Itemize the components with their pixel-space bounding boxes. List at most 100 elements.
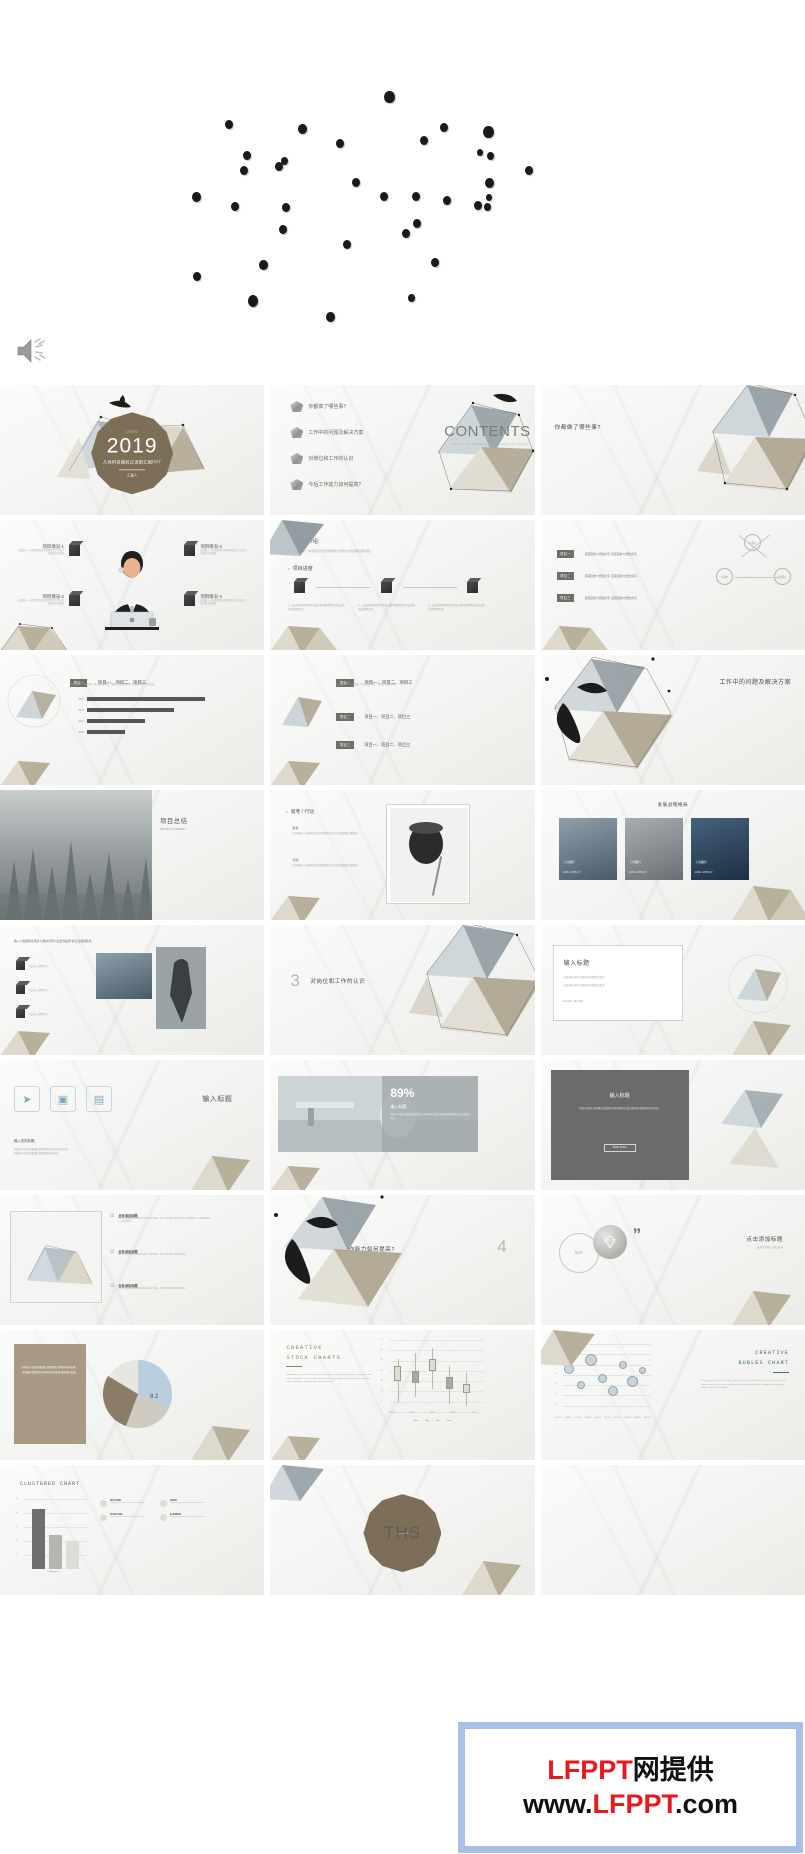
slide-percent[interactable]: 89% 输入标题 内容打开这里,或者通过复制您的文本内容打开这里,或者通过复制您… xyxy=(270,1060,535,1190)
speaker-icon[interactable] xyxy=(16,336,50,366)
slide-project-boxes[interactable]: 项目一 该项目的介绍性文字, 该项目的介绍性文字。 项目二 该项目的介绍性文字,… xyxy=(540,520,805,650)
window-icon[interactable]: ▤ xyxy=(86,1086,112,1112)
slide-click-add-title[interactable]: TEXT ” 点击添加标题 点击添加文本点击添加文本 xyxy=(540,1195,805,1325)
preview-canvas xyxy=(0,0,805,385)
slide-contents[interactable]: 你都做了哪些事? 工作中的问题及解决方案 对岗位和工作的认识 今后工作能力如何提… xyxy=(270,385,535,515)
scatter-dot xyxy=(191,191,201,203)
bubble-desc: Frequently, your initial font choice is … xyxy=(701,1380,787,1390)
slide-icons-title[interactable]: ➤ ▣ ▤ 输入标题 输入您的标题 内容打开这里,或者通过复制您的文本内容打开这… xyxy=(0,1060,265,1190)
project-status-item-3[interactable]: 项目情况-3 在此输入一句话说明性说明说明性文字务必言简意赅言简意赅 xyxy=(184,544,248,557)
circle-origami-decoration xyxy=(7,674,61,728)
clustered-bar-chart: 5 4 3 2 1 xyxy=(16,1498,90,1569)
origami-decoration xyxy=(191,1156,251,1190)
progress-step-text-3: 3、该过程的说明性文字该过程的说明性文字该过程的说明性文字; xyxy=(428,604,485,611)
send-icon[interactable]: ➤ xyxy=(14,1086,40,1112)
toc-item-3[interactable]: 对岗位和工作的认识 xyxy=(290,453,353,464)
checkbox-icon[interactable]: ☑ xyxy=(110,1249,114,1257)
y-tick-label: 60 xyxy=(380,1348,383,1351)
slide-section-2[interactable]: 工作中的问题及解决方案 xyxy=(540,655,805,785)
node-b[interactable]: 项目B xyxy=(716,568,733,585)
candle-body xyxy=(463,1384,471,1394)
strategy-card-label-1: · 打动我们 xyxy=(562,861,575,864)
project-row-1[interactable]: 项目一 该项目的介绍性文字, 该项目的介绍性文字。 xyxy=(556,542,639,560)
slide-input-title[interactable]: 输入标题 内容打开这里,或者通过复制您的文本 内容打开这里,或者通过复制您的文本… xyxy=(540,925,805,1055)
quote-item-1[interactable]: 在此输入说明性文字 xyxy=(16,961,81,970)
list-row-2[interactable]: 项目二 项目一、项目二、项目三 xyxy=(336,705,410,723)
slide-think-act[interactable]: 思考 / 行动 思考: 在此处输入与该项目有关的说明性文字务必言简意赅言简意赅。… xyxy=(270,790,535,920)
project-status-item-1[interactable]: 项目情况-1 在此输入一句话说明性说明说明性文字务必言简意赅言简意赅 xyxy=(16,544,80,557)
slide-section-4[interactable]: 今后工作能力如何提高? 4 xyxy=(270,1195,535,1325)
icon-row: ➤ ▣ ▤ xyxy=(14,1086,112,1112)
strategy-card-photo-3[interactable]: · 打动我们 在此输入说明性文字 xyxy=(690,818,749,880)
toc-item-1[interactable]: 你都做了哪些事? xyxy=(290,401,346,412)
slide-bubble-chart[interactable]: CREATIVE BUBLES CHART Frequently, your i… xyxy=(540,1330,805,1460)
slide-section-1[interactable]: 你都做了哪些事? xyxy=(540,385,805,515)
slide-checklist[interactable]: ☑ 此处添加标题 用户可以使用投影仪或者计算机上进行演示。也可以将演示文稿打印出… xyxy=(0,1195,265,1325)
slide-thanks[interactable]: LOGO THS xyxy=(270,1465,535,1595)
slide-title[interactable]: LOGO 2019 几何科技感转正述职汇报PPT 汇报人 xyxy=(0,385,265,515)
checkbox-icon[interactable]: ☑ xyxy=(110,1283,114,1291)
slide-section-3[interactable]: 3 对岗位和工作的认识 xyxy=(270,925,535,1055)
intro-bullet-2: 项目进度 xyxy=(288,565,313,572)
bar xyxy=(87,719,145,723)
slide-dark-title[interactable]: 输入标题 内容打开这里,或者通过复制您的文本内容打开这里,或者通过复制您的文本内… xyxy=(540,1060,805,1190)
checklist-item-1[interactable]: ☑ 此处添加标题 用户可以使用投影仪或者计算机上进行演示。也可以将演示文稿打印出… xyxy=(110,1213,210,1225)
slide-intro-progress[interactable]: 一句话介绍: 在此输入一句话项目介绍的说明性文字务必言简意赅言简意赅。 项目进度… xyxy=(270,520,535,650)
checklist-item-2[interactable]: ☑ 此处添加标题 用户可以使用投影仪或者计算机上进行演示。也可以将演示文稿打印出… xyxy=(110,1249,210,1257)
origami-decoration xyxy=(0,623,67,650)
gridline xyxy=(390,1391,485,1392)
video-icon[interactable]: ▣ xyxy=(50,1086,76,1112)
origami-decoration xyxy=(721,1090,783,1168)
pie-panel-text: 内容打开这里,或者通过复制您的文本内容打开这里,或者通过复制您的文本内容打开这里… xyxy=(22,1366,78,1374)
slide-stock-chart[interactable]: CREATIVE STOCK CHARTS Frequently, your i… xyxy=(270,1330,535,1460)
quote-item-2[interactable]: 在此输入说明性文字 xyxy=(16,985,81,994)
bar-label: 2014 xyxy=(78,708,84,712)
checklist-desc: 用户可以使用投影仪或者计算机上进行演示。也可以将演示文稿打印出来。 xyxy=(118,1288,188,1290)
arrow-connector xyxy=(316,587,371,588)
slide-pie-chart[interactable]: 内容打开这里,或者通过复制您的文本内容打开这里,或者通过复制您的文本内容打开这里… xyxy=(0,1330,265,1460)
candle-body xyxy=(394,1365,402,1382)
project-row-3[interactable]: 项目三 该项目的介绍性文字, 该项目的介绍性文字。 xyxy=(556,586,639,604)
toc-item-4[interactable]: 今后工作能力如何提高? xyxy=(290,479,361,490)
pie-label: 8.2 xyxy=(150,1394,159,1400)
project-row-2[interactable]: 项目二 该项目的介绍性文字, 该项目的介绍性文字。 xyxy=(556,564,639,582)
legend-entry: High xyxy=(425,1420,429,1422)
slide-bar-chart[interactable]: 项目一 项目一、项目二、项目三 关于此人的一些介绍, 可以详述学历、经验、背景等… xyxy=(0,655,265,785)
stock-x-labels: 1/6/02 1/6/02 1/6/02 1/6/02 1/6/02 xyxy=(380,1412,484,1414)
scatter-dot xyxy=(297,123,307,135)
bubble xyxy=(639,1367,647,1375)
section-title: 工作中的问题及解决方案 xyxy=(719,680,791,686)
slide-strategy[interactable]: 发展战略格局 · 打动我们 在此输入说明性文字 · 打动我们 在此输入说明性文字… xyxy=(540,790,805,920)
project-status-item-2[interactable]: 项目情况-2 在此输入一句话说明性说明说明性文字务必言简意赅言简意赅 xyxy=(16,594,80,607)
bar-row: 2015 xyxy=(70,719,145,723)
intro-bullet-1: 一句话介绍: xyxy=(288,538,319,545)
bar-label: 2013 xyxy=(78,697,84,701)
origami-decoration xyxy=(271,1436,321,1460)
slide-project-status[interactable]: 项目情况-1 在此输入一句话说明性说明说明性文字务必言简意赅言简意赅 项目情况-… xyxy=(0,520,265,650)
slide-project-list[interactable]: 项目一 项目一、项目二、项目三 关于此人的一些介绍, 可以详述学历、经验、背景等… xyxy=(270,655,535,785)
quote-item-3[interactable]: 在此输入说明性文字 xyxy=(16,1009,81,1018)
origami-ink-decoration xyxy=(274,1195,403,1307)
legend-desc: Frequently, your initial font choice is … xyxy=(170,1516,205,1518)
origami-decoration xyxy=(191,1426,251,1460)
checkbox-icon[interactable]: ☑ xyxy=(110,1213,114,1225)
scatter-dot xyxy=(343,240,351,250)
checklist-item-3[interactable]: ☑ 此处添加标题 用户可以使用投影仪或者计算机上进行演示。也可以将演示文稿打印出… xyxy=(110,1283,210,1291)
clustered-title: CLUSTERED CHART xyxy=(20,1481,81,1487)
strategy-card-photo-1[interactable]: · 打动我们 在此输入说明性文字 xyxy=(558,818,617,880)
slide-clustered-chart[interactable]: CLUSTERED CHART 5 4 3 2 1 Category 1 FEATURE… xyxy=(0,1465,265,1595)
gridline xyxy=(562,1364,651,1366)
list-row-3[interactable]: 项目三 项目一、项目二、项目三 xyxy=(336,733,410,751)
strategy-card-photo-2[interactable]: · 打动我们 在此输入说明性文字 xyxy=(624,818,683,880)
read-more-button[interactable]: READ MORE xyxy=(603,1144,636,1152)
project-status-item-4[interactable]: 项目情况-4 在此输入一句话说明性说明说明性文字务必言简意赅言简意赅 xyxy=(184,594,248,607)
slide-summary[interactable]: 项目总结 PROJECT SUMMARY xyxy=(0,790,265,920)
y-tick-label: 60 xyxy=(554,1353,557,1355)
bar-label: 2016 xyxy=(78,730,84,734)
section-number: 3 xyxy=(290,971,300,990)
toc-item-2[interactable]: 工作中的问题及解决方案 xyxy=(290,427,363,438)
bubble-plot: 10 20 30 40 50 60 70 xyxy=(554,1343,651,1416)
strategy-card-label-2: · 打动我们 xyxy=(628,861,641,864)
read-more-button[interactable]: READ MORE xyxy=(564,1000,584,1003)
slide-quote-photos[interactable]: 输入人发展愿景来自“以他共同努力造出作品牌”的企业发展愿景。 在此输入说明性文字… xyxy=(0,925,265,1055)
